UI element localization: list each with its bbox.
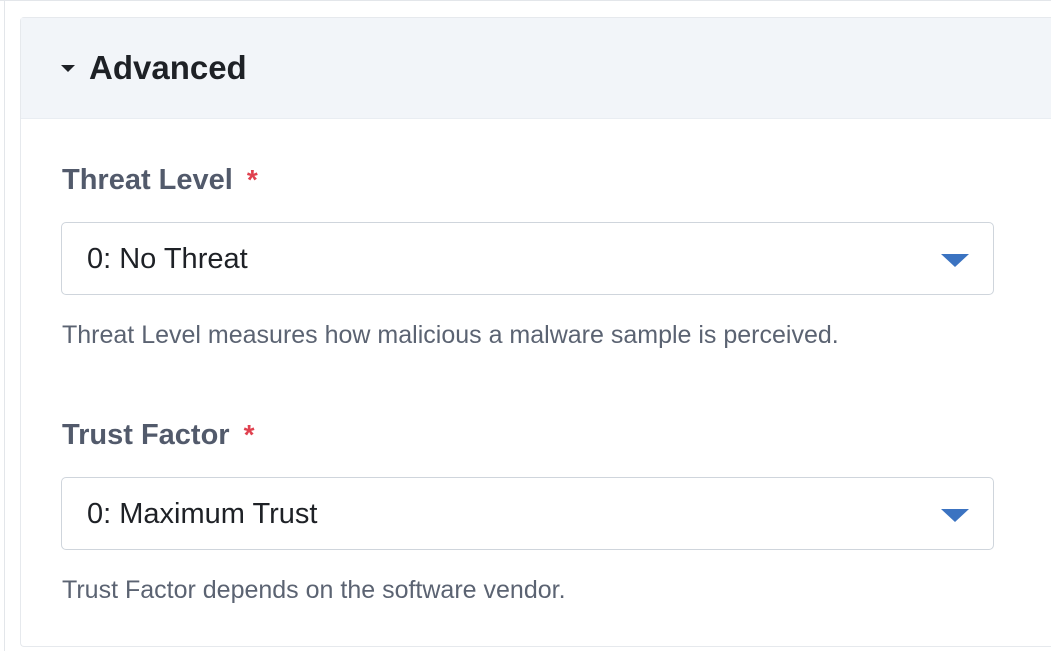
chevron-down-icon[interactable] xyxy=(941,254,969,267)
advanced-section-header[interactable]: Advanced xyxy=(21,18,1051,119)
caret-down-icon[interactable] xyxy=(61,65,75,72)
trust-factor-selected-value: 0: Maximum Trust xyxy=(87,498,318,530)
threat-level-label: Threat Level * xyxy=(62,163,258,197)
trust-factor-label-text: Trust Factor xyxy=(62,419,230,451)
trust-factor-select[interactable]: 0: Maximum Trust xyxy=(61,477,994,550)
required-indicator: * xyxy=(243,419,255,450)
required-indicator: * xyxy=(246,164,258,195)
threat-level-selected-value: 0: No Threat xyxy=(87,243,248,275)
threat-level-help-text: Threat Level measures how malicious a ma… xyxy=(62,321,839,349)
page-left-border xyxy=(4,1,5,651)
page: Advanced Threat Level * 0: No Threat Thre… xyxy=(0,0,1051,651)
chevron-down-icon[interactable] xyxy=(941,509,969,522)
trust-factor-help-text: Trust Factor depends on the software ven… xyxy=(62,576,566,604)
trust-factor-label: Trust Factor * xyxy=(62,418,255,452)
threat-level-select[interactable]: 0: No Threat xyxy=(61,222,994,295)
advanced-panel: Advanced Threat Level * 0: No Threat Thre… xyxy=(20,17,1051,647)
section-title: Advanced xyxy=(89,49,247,86)
threat-level-label-text: Threat Level xyxy=(62,164,233,196)
